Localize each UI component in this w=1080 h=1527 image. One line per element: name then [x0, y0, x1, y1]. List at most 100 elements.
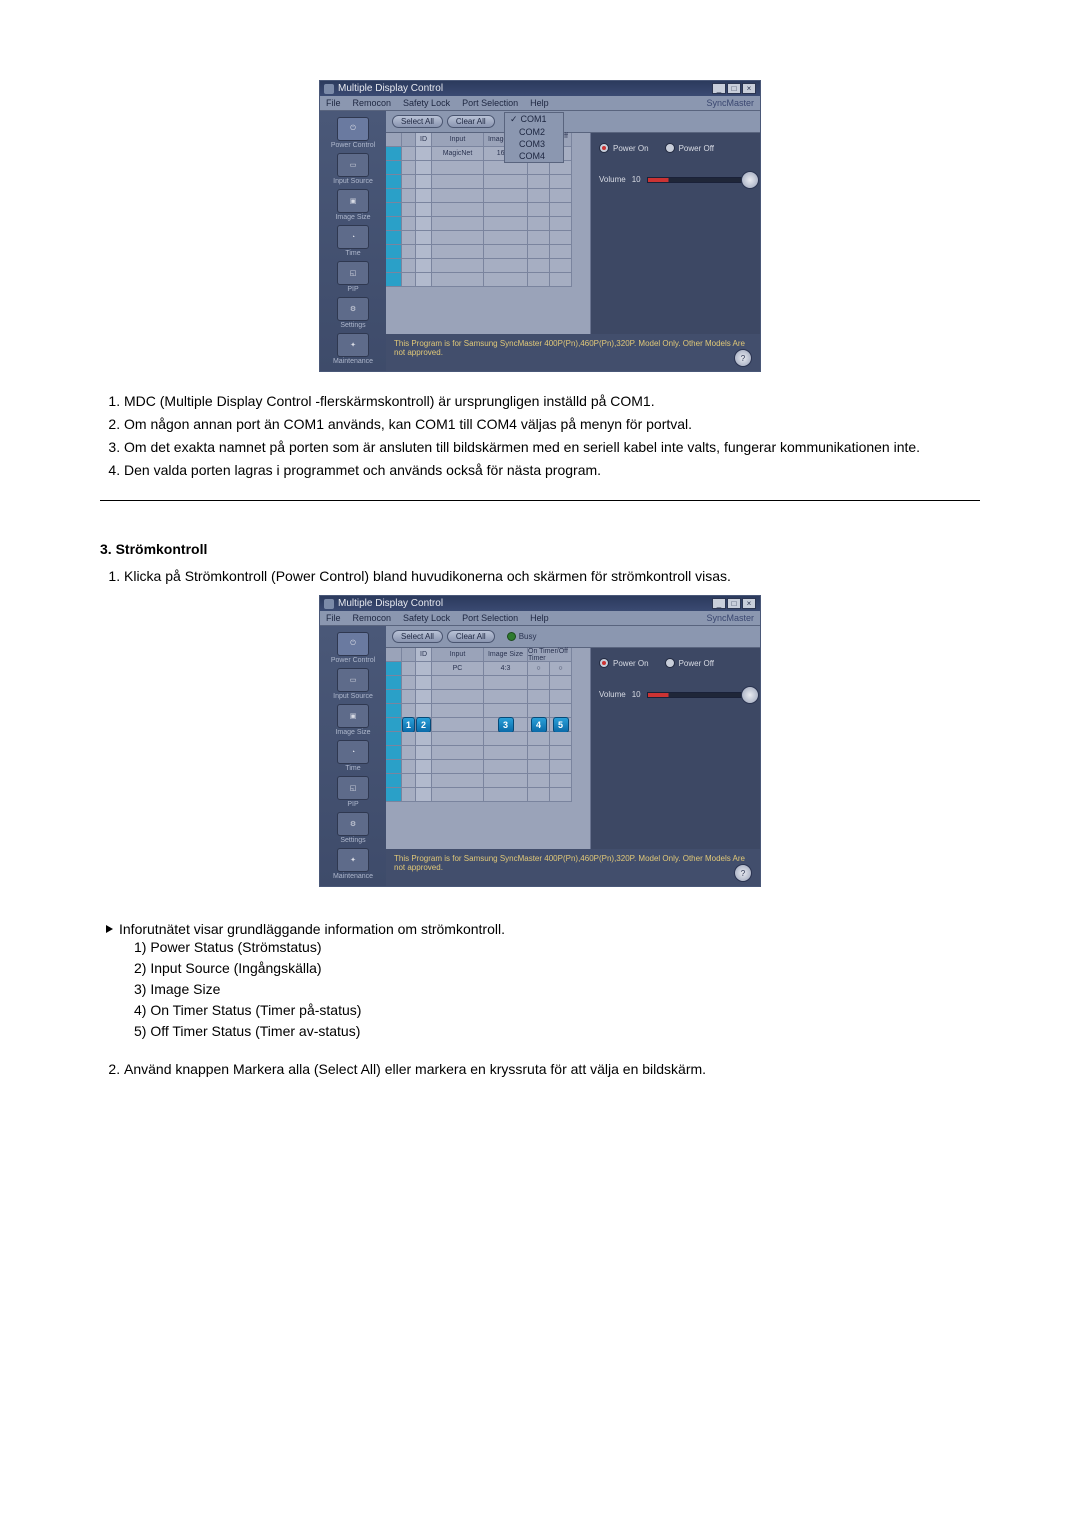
close-button[interactable]: ×	[742, 598, 756, 609]
mdc-app-window-2: Multiple Display Control _ □ × File Remo…	[319, 595, 761, 887]
sidebar-item-pip[interactable]: ◱ PIP	[326, 776, 380, 808]
sidebar-item-settings[interactable]: ⚙ Settings	[326, 297, 380, 329]
table-row[interactable]	[386, 217, 590, 231]
table-row[interactable]	[386, 774, 590, 788]
control-panel: Power On Power Off Volume 10	[591, 133, 760, 334]
sidebar-item-image-size[interactable]: ▣ Image Size	[326, 704, 380, 736]
app-icon	[324, 599, 334, 609]
table-row[interactable]	[386, 259, 590, 273]
sidebar-label: Settings	[326, 837, 380, 844]
sidebar-item-power-control[interactable]: ⏻ Power Control	[326, 632, 380, 664]
legend-item: 4) On Timer Status (Timer på-status)	[134, 1000, 980, 1021]
status-help-icon[interactable]: ?	[734, 349, 752, 367]
select-all-button[interactable]: Select All	[392, 115, 443, 128]
volume-slider[interactable]	[647, 692, 752, 698]
table-row[interactable]	[386, 732, 590, 746]
port-option-com3[interactable]: COM3	[505, 138, 563, 150]
menu-help[interactable]: Help	[530, 98, 549, 108]
select-all-button[interactable]: Select All	[392, 630, 443, 643]
settings-icon: ⚙	[337, 297, 369, 321]
sidebar-label: Power Control	[326, 142, 380, 149]
sidebar-item-image-size[interactable]: ▣ Image Size	[326, 189, 380, 221]
power-on-radio[interactable]: Power On	[599, 658, 649, 668]
sidebar-item-maintenance[interactable]: ✦ Maintenance	[326, 848, 380, 880]
table-row[interactable]	[386, 175, 590, 189]
table-row[interactable]	[386, 746, 590, 760]
sidebar-item-time[interactable]: ◔ Time	[326, 740, 380, 772]
port-selection-notes: MDC (Multiple Display Control -flerskärm…	[100, 392, 980, 480]
minimize-button[interactable]: _	[712, 83, 726, 94]
callout-badge-5: 5	[553, 717, 569, 733]
sidebar-label: Input Source	[326, 693, 380, 700]
busy-indicator: Busy	[507, 632, 537, 641]
menu-file[interactable]: File	[326, 98, 341, 108]
row-checkbox[interactable]	[386, 662, 402, 676]
port-option-com4[interactable]: COM4	[505, 150, 563, 162]
maximize-button[interactable]: □	[727, 598, 741, 609]
volume-slider[interactable]	[647, 177, 752, 183]
window-title: Multiple Display Control	[338, 598, 443, 609]
sidebar-item-input-source[interactable]: ▭ Input Source	[326, 153, 380, 185]
menu-port-selection[interactable]: Port Selection	[462, 613, 518, 623]
port-option-com1[interactable]: COM1	[505, 113, 563, 126]
table-row[interactable]	[386, 161, 590, 175]
power-on-radio[interactable]: Power On	[599, 143, 649, 153]
port-option-com2[interactable]: COM2	[505, 126, 563, 138]
sidebar-label: PIP	[326, 801, 380, 808]
table-row[interactable]	[386, 760, 590, 774]
minimize-button[interactable]: _	[712, 598, 726, 609]
col-input: Input	[432, 133, 484, 147]
menu-remocon[interactable]: Remocon	[353, 98, 392, 108]
sidebar-item-settings[interactable]: ⚙ Settings	[326, 812, 380, 844]
menu-port-selection[interactable]: Port Selection	[462, 98, 518, 108]
sidebar-item-maintenance[interactable]: ✦ Maintenance	[326, 333, 380, 365]
table-row[interactable]: PC 4:3 ○ ○	[386, 662, 590, 676]
brand-text: SyncMaster	[706, 613, 754, 623]
list-item: Använd knappen Markera alla (Select All)…	[124, 1060, 980, 1079]
sidebar-item-input-source[interactable]: ▭ Input Source	[326, 668, 380, 700]
status-help-icon[interactable]: ?	[734, 864, 752, 882]
statusbar: This Program is for Samsung SyncMaster 4…	[386, 334, 760, 371]
power-off-radio[interactable]: Power Off	[665, 658, 714, 668]
display-grid: ID Input Image Size On Timer/Off Timer P…	[386, 648, 591, 849]
menu-file[interactable]: File	[326, 613, 341, 623]
menu-remocon[interactable]: Remocon	[353, 613, 392, 623]
power-control-step-list: Använd knappen Markera alla (Select All)…	[100, 1060, 980, 1079]
table-row[interactable]	[386, 690, 590, 704]
table-row[interactable]	[386, 189, 590, 203]
menu-help[interactable]: Help	[530, 613, 549, 623]
clear-all-button[interactable]: Clear All	[447, 115, 495, 128]
table-row[interactable]: 1 2 3 4 5	[386, 718, 590, 732]
table-row[interactable]	[386, 245, 590, 259]
menu-safety-lock[interactable]: Safety Lock	[403, 613, 450, 623]
table-row[interactable]	[386, 273, 590, 287]
input-source-icon: ▭	[337, 153, 369, 177]
clear-all-button[interactable]: Clear All	[447, 630, 495, 643]
power-control-icon: ⏻	[337, 632, 369, 656]
brand-text: SyncMaster	[706, 98, 754, 108]
display-grid: ID Input Image Size On Timer/Off Timer M…	[386, 133, 591, 334]
col-id: ID	[416, 133, 432, 147]
list-item: Om det exakta namnet på porten som är an…	[124, 438, 980, 457]
table-row[interactable]	[386, 788, 590, 802]
sidebar-item-pip[interactable]: ◱ PIP	[326, 261, 380, 293]
power-off-radio[interactable]: Power Off	[665, 143, 714, 153]
volume-knob[interactable]	[741, 171, 759, 189]
row-checkbox[interactable]	[386, 147, 402, 161]
menu-safety-lock[interactable]: Safety Lock	[403, 98, 450, 108]
sidebar-item-power-control[interactable]: ⏻ Power Control	[326, 117, 380, 149]
table-row[interactable]	[386, 231, 590, 245]
sidebar-item-time[interactable]: ◔ Time	[326, 225, 380, 257]
volume-knob[interactable]	[741, 686, 759, 704]
close-button[interactable]: ×	[742, 83, 756, 94]
titlebar: Multiple Display Control _ □ ×	[320, 81, 760, 96]
maximize-button[interactable]: □	[727, 83, 741, 94]
sidebar-label: Maintenance	[326, 873, 380, 880]
main-area: Select All Clear All Busy ID Input	[386, 111, 760, 371]
arrow-right-icon	[106, 925, 113, 933]
table-row[interactable]	[386, 676, 590, 690]
power-on-label: Power On	[613, 659, 649, 668]
col-id: ID	[416, 648, 432, 662]
callout-badge-4: 4	[531, 717, 547, 733]
table-row[interactable]	[386, 203, 590, 217]
